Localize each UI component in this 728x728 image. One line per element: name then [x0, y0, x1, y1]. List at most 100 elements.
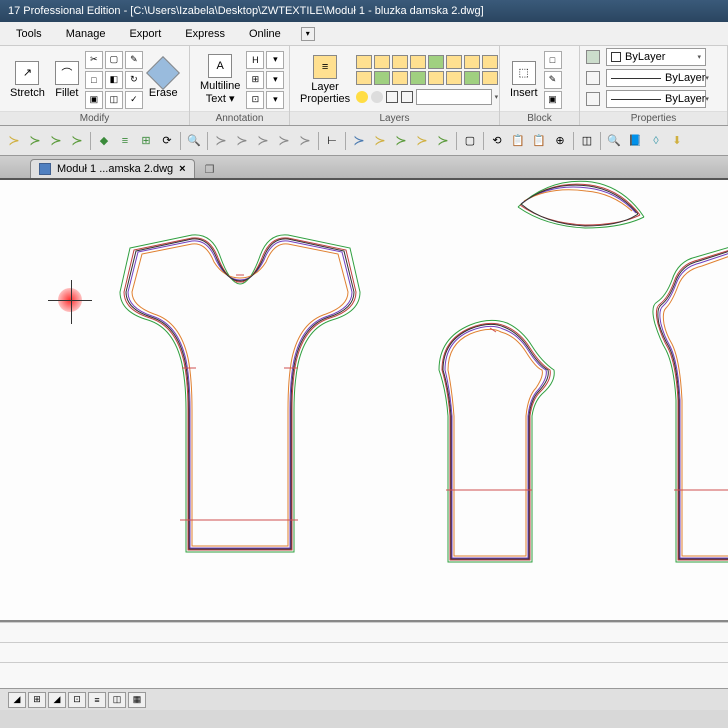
status-btn-4[interactable]: ⊡: [68, 692, 86, 708]
layer-swatch-b4[interactable]: [410, 71, 426, 85]
modify-icon-5[interactable]: ◧: [105, 71, 123, 89]
block-icon-1[interactable]: □: [544, 51, 562, 69]
layer-swatch-b2[interactable]: [374, 71, 390, 85]
layer-plot-icon[interactable]: [401, 91, 413, 103]
linetype-selector[interactable]: ByLayer ▾: [606, 69, 706, 87]
color-selector[interactable]: ByLayer ▾: [606, 48, 706, 66]
tb-box-icon[interactable]: ▢: [460, 131, 480, 151]
layer-swatch-b6[interactable]: [446, 71, 462, 85]
layer-swatch-7[interactable]: [464, 55, 480, 69]
tb-refresh-1[interactable]: ⟲: [487, 131, 507, 151]
tb-zoom-icon[interactable]: 🔍: [604, 131, 624, 151]
anno-icon-5[interactable]: ⊡: [246, 91, 264, 109]
insert-tool[interactable]: ⬚ Insert: [506, 59, 542, 101]
tb-book-icon[interactable]: 📘: [625, 131, 645, 151]
mtext-tool[interactable]: A Multiline Text ▾: [196, 52, 244, 107]
modify-icon-8[interactable]: ◫: [105, 91, 123, 109]
status-btn-6[interactable]: ◫: [108, 692, 126, 708]
status-btn-7[interactable]: ▦: [128, 692, 146, 708]
anno-icon-2[interactable]: ▾: [266, 51, 284, 69]
tb-search-icon[interactable]: 🔍: [184, 131, 204, 151]
lineweight-icon[interactable]: [586, 71, 600, 85]
tb-arrow-b1[interactable]: ≻: [349, 131, 369, 151]
tb-arrow-3[interactable]: ≻: [46, 131, 66, 151]
erase-tool[interactable]: Erase: [145, 59, 182, 101]
layer-swatch-2[interactable]: [374, 55, 390, 69]
layer-swatch-6[interactable]: [446, 55, 462, 69]
layer-swatch-3[interactable]: [392, 55, 408, 69]
tb-arrow-g2[interactable]: ≻: [232, 131, 252, 151]
tb-target-icon[interactable]: ⊕: [550, 131, 570, 151]
layer-props-tool[interactable]: ≡ Layer Properties: [296, 53, 354, 107]
match-props-icon[interactable]: [586, 50, 600, 64]
modify-icon-7[interactable]: ▣: [85, 91, 103, 109]
modify-icon-1[interactable]: ✂: [85, 51, 103, 69]
block-icon-3[interactable]: ▣: [544, 91, 562, 109]
tb-clip-2[interactable]: 📋: [529, 131, 549, 151]
tb-arrow-4[interactable]: ≻: [67, 131, 87, 151]
block-icon-2[interactable]: ✎: [544, 71, 562, 89]
anno-icon-6[interactable]: ▾: [266, 91, 284, 109]
menu-express[interactable]: Express: [173, 25, 237, 43]
layer-selector[interactable]: [416, 89, 491, 105]
layer-swatch-b7[interactable]: [464, 71, 480, 85]
tb-down-icon[interactable]: ⬇: [667, 131, 687, 151]
layer-swatch-b8[interactable]: [482, 71, 498, 85]
layer-visible-icon[interactable]: [356, 91, 368, 103]
modify-icon-9[interactable]: ✓: [125, 91, 143, 109]
tb-tool-4[interactable]: ⟳: [157, 131, 177, 151]
status-btn-1[interactable]: ◢: [8, 692, 26, 708]
tb-arrow-g6[interactable]: ≻: [433, 131, 453, 151]
fillet-tool[interactable]: ⌒ Fillet: [51, 59, 83, 101]
modify-icon-6[interactable]: ↻: [125, 71, 143, 89]
tb-measure-icon[interactable]: ⊢: [322, 131, 342, 151]
modify-icon-4[interactable]: □: [85, 71, 103, 89]
anno-icon-1[interactable]: H: [246, 51, 264, 69]
tb-tool-1[interactable]: ◆: [94, 131, 114, 151]
tb-arrow-g5[interactable]: ≻: [391, 131, 411, 151]
menu-dropdown[interactable]: ▾: [301, 27, 315, 41]
layer-swatch-1[interactable]: [356, 55, 372, 69]
tb-tool-2[interactable]: ≡: [115, 131, 135, 151]
tb-clip-1[interactable]: 📋: [508, 131, 528, 151]
tb-arrow-g5[interactable]: ≻: [295, 131, 315, 151]
tb-arrow-g3[interactable]: ≻: [253, 131, 273, 151]
command-area[interactable]: [0, 620, 728, 688]
layer-freeze-icon[interactable]: [371, 91, 383, 103]
anno-icon-3[interactable]: ⊞: [246, 71, 264, 89]
tb-tool-3[interactable]: ⊞: [136, 131, 156, 151]
tb-arrow-2[interactable]: ≻: [25, 131, 45, 151]
layer-swatch-b3[interactable]: [392, 71, 408, 85]
status-btn-2[interactable]: ⊞: [28, 692, 46, 708]
new-tab-button[interactable]: ❐: [199, 161, 221, 178]
tb-arrow-y1[interactable]: ≻: [370, 131, 390, 151]
drawing-canvas[interactable]: [0, 180, 728, 620]
tb-3d-icon[interactable]: ◊: [646, 131, 666, 151]
status-btn-3[interactable]: ◢: [48, 692, 66, 708]
modify-icon-2[interactable]: ▢: [105, 51, 123, 69]
menu-tools[interactable]: Tools: [4, 25, 54, 43]
tb-window-icon[interactable]: ◫: [577, 131, 597, 151]
menu-online[interactable]: Online: [237, 25, 293, 43]
lineweight-selector[interactable]: ByLayer ▾: [606, 90, 706, 108]
layer-swatch-5[interactable]: [428, 55, 444, 69]
props-list-icon[interactable]: [586, 92, 600, 106]
layer-swatch-8[interactable]: [482, 55, 498, 69]
tb-arrow-g1[interactable]: ≻: [211, 131, 231, 151]
layer-lock-icon[interactable]: [386, 91, 398, 103]
modify-icon-3[interactable]: ✎: [125, 51, 143, 69]
layer-swatch-b5[interactable]: [428, 71, 444, 85]
tab-close-button[interactable]: ×: [179, 163, 185, 175]
anno-icon-4[interactable]: ▾: [266, 71, 284, 89]
file-tab-active[interactable]: Moduł 1 ...amska 2.dwg ×: [30, 159, 195, 178]
tb-arrow-g4[interactable]: ≻: [274, 131, 294, 151]
stretch-tool[interactable]: ↗ Stretch: [6, 59, 49, 101]
menu-manage[interactable]: Manage: [54, 25, 118, 43]
layer-dd-arrow[interactable]: ▾: [495, 93, 499, 101]
menu-export[interactable]: Export: [117, 25, 173, 43]
status-btn-5[interactable]: ≡: [88, 692, 106, 708]
layer-swatch-b1[interactable]: [356, 71, 372, 85]
tb-arrow-y2[interactable]: ≻: [412, 131, 432, 151]
tb-arrow-1[interactable]: ≻: [4, 131, 24, 151]
layer-swatch-4[interactable]: [410, 55, 426, 69]
